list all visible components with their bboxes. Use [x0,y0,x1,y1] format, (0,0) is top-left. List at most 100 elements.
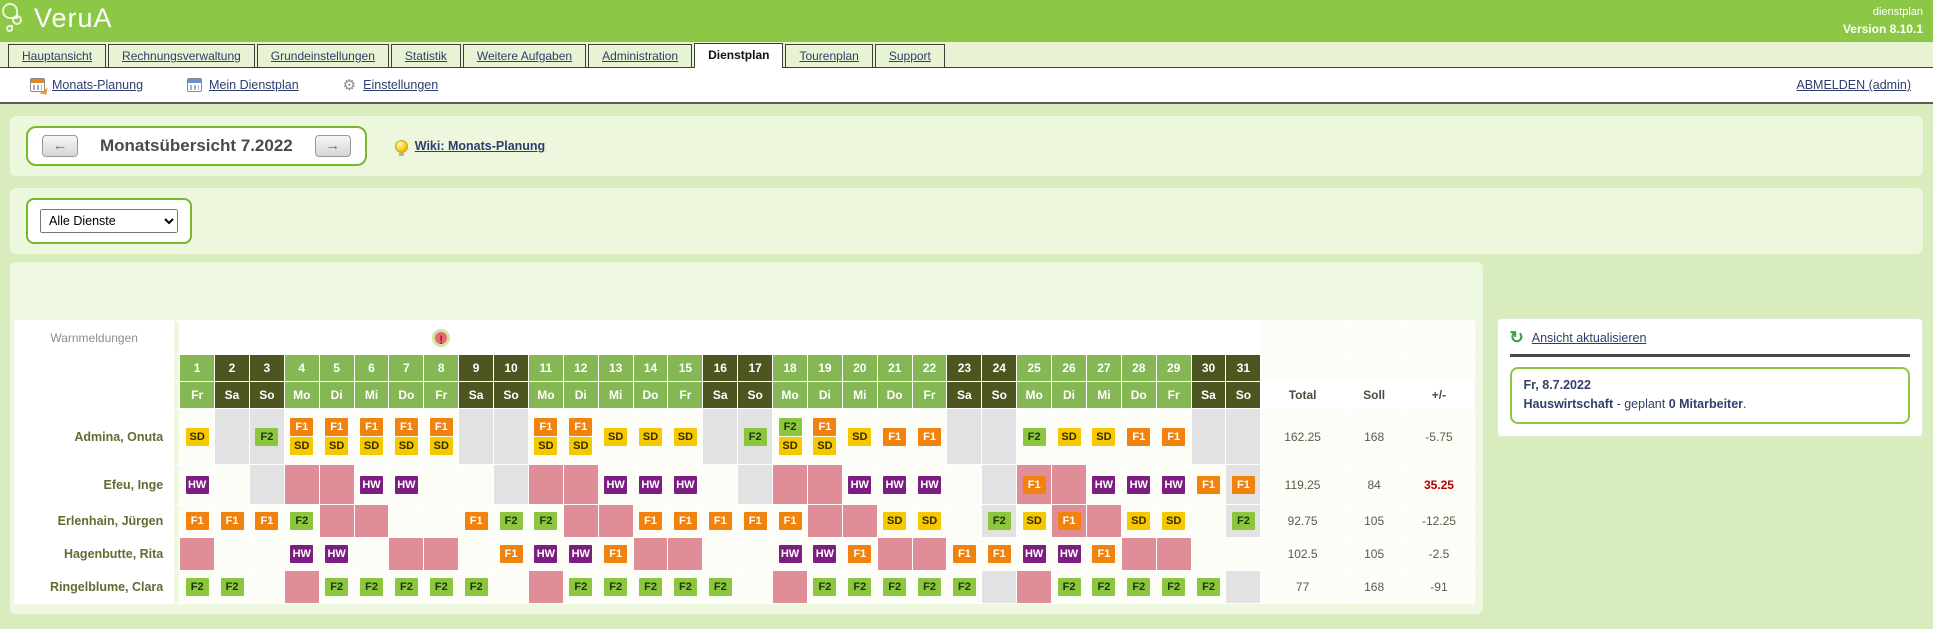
shift-cell-day-17[interactable] [738,465,773,505]
shift-cell-day-5[interactable]: F1SD [319,409,354,465]
shift-cell-day-22[interactable]: SD [912,505,947,538]
shift-badge-sd[interactable]: SD [674,428,697,446]
service-filter-select[interactable]: Alle Dienste [40,209,178,233]
shift-badge-f2[interactable]: F2 [465,578,488,596]
shift-badge-sd[interactable]: SD [779,437,802,455]
shift-cell-day-26[interactable]: F2 [1052,571,1087,604]
shift-cell-day-7[interactable]: F1SD [389,409,424,465]
shift-cell-day-24[interactable]: F2 [982,505,1017,538]
shift-badge-sd[interactable]: SD [813,437,836,455]
shift-cell-day-22[interactable]: F2 [912,571,947,604]
shift-cell-day-9[interactable]: F2 [459,571,494,604]
shift-cell-day-12[interactable]: F2 [563,571,598,604]
shift-cell-day-27[interactable]: HW [1086,465,1121,505]
shift-badge-sd[interactable]: SD [430,437,453,455]
shift-cell-day-7[interactable]: F2 [389,571,424,604]
shift-badge-hw[interactable]: HW [534,545,557,563]
shift-cell-day-12[interactable] [563,505,598,538]
shift-badge-f1[interactable]: F1 [534,418,557,436]
shift-badge-f1[interactable]: F1 [709,512,732,530]
shift-badge-f2[interactable]: F2 [674,578,697,596]
shift-cell-day-2[interactable]: F2 [215,571,250,604]
shift-badge-f1[interactable]: F1 [221,512,244,530]
shift-cell-day-27[interactable] [1086,505,1121,538]
shift-badge-f2[interactable]: F2 [1197,578,1220,596]
shift-cell-day-15[interactable]: F1 [668,505,703,538]
shift-cell-day-8[interactable]: F1SD [424,409,459,465]
shift-cell-day-30[interactable] [1191,409,1226,465]
shift-cell-day-29[interactable]: F1 [1156,409,1191,465]
shift-cell-day-30[interactable]: F2 [1191,571,1226,604]
shift-badge-sd[interactable]: SD [1023,512,1046,530]
shift-cell-day-5[interactable] [319,465,354,505]
next-month-button[interactable]: → [315,135,351,157]
shift-badge-f2[interactable]: F2 [639,578,662,596]
shift-cell-day-19[interactable]: F2 [807,571,842,604]
shift-badge-f1[interactable]: F1 [604,545,627,563]
shift-cell-day-29[interactable]: HW [1156,465,1191,505]
submenu-link[interactable]: Monats-Planung [52,78,143,92]
shift-badge-hw[interactable]: HW [290,545,313,563]
submenu-item-monats-planung[interactable]: Monats-Planung [30,78,143,92]
shift-cell-day-14[interactable]: HW [633,465,668,505]
shift-cell-day-25[interactable]: F2 [1017,409,1052,465]
shift-cell-day-27[interactable]: SD [1086,409,1121,465]
shift-cell-day-8[interactable] [424,505,459,538]
shift-cell-day-6[interactable]: F2 [354,571,389,604]
shift-badge-f2[interactable]: F2 [1162,578,1185,596]
shift-cell-day-16[interactable]: F1 [703,505,738,538]
shift-badge-f1[interactable]: F1 [1162,428,1185,446]
shift-badge-f1[interactable]: F1 [1023,476,1046,494]
shift-cell-day-4[interactable] [284,465,319,505]
tab-weitere-aufgaben[interactable]: Weitere Aufgaben [463,44,586,67]
shift-badge-f1[interactable]: F1 [1092,545,1115,563]
shift-cell-day-31[interactable]: F1 [1226,465,1261,505]
shift-cell-day-1[interactable]: HW [180,465,215,505]
shift-cell-day-4[interactable]: HW [284,538,319,571]
shift-badge-hw[interactable]: HW [918,476,941,494]
shift-cell-day-26[interactable]: SD [1052,409,1087,465]
shift-badge-f2[interactable]: F2 [395,578,418,596]
wiki-link[interactable]: Wiki: Monats-Planung [415,139,545,153]
shift-cell-day-11[interactable]: HW [528,538,563,571]
shift-badge-f1[interactable]: F1 [883,428,906,446]
shift-cell-day-12[interactable]: F1SD [563,409,598,465]
shift-cell-day-26[interactable]: F1 [1052,505,1087,538]
shift-badge-hw[interactable]: HW [360,476,383,494]
shift-cell-day-17[interactable]: F1 [738,505,773,538]
shift-cell-day-10[interactable]: F1 [494,538,529,571]
shift-cell-day-21[interactable] [877,538,912,571]
shift-cell-day-30[interactable] [1191,505,1226,538]
shift-cell-day-25[interactable]: HW [1017,538,1052,571]
shift-cell-day-22[interactable] [912,538,947,571]
shift-cell-day-4[interactable]: F1SD [284,409,319,465]
shift-badge-hw[interactable]: HW [395,476,418,494]
shift-cell-day-24[interactable]: F1 [982,538,1017,571]
shift-cell-day-6[interactable]: F1SD [354,409,389,465]
tab-statistik[interactable]: Statistik [391,44,461,67]
shift-badge-hw[interactable]: HW [674,476,697,494]
shift-cell-day-20[interactable]: F1 [842,538,877,571]
shift-badge-sd[interactable]: SD [1058,428,1081,446]
shift-cell-day-23[interactable]: F1 [947,538,982,571]
shift-badge-f1[interactable]: F1 [360,418,383,436]
shift-cell-day-14[interactable]: SD [633,409,668,465]
shift-cell-day-18[interactable]: HW [773,538,808,571]
shift-cell-day-11[interactable]: F1SD [528,409,563,465]
shift-cell-day-21[interactable]: SD [877,505,912,538]
shift-cell-day-16[interactable] [703,465,738,505]
shift-badge-hw[interactable]: HW [569,545,592,563]
shift-cell-day-31[interactable] [1226,409,1261,465]
shift-cell-day-26[interactable] [1052,465,1087,505]
shift-badge-f1[interactable]: F1 [988,545,1011,563]
shift-cell-day-4[interactable] [284,571,319,604]
shift-badge-f1[interactable]: F1 [1197,476,1220,494]
shift-cell-day-10[interactable]: F2 [494,505,529,538]
submenu-link[interactable]: Einstellungen [363,78,438,92]
shift-cell-day-10[interactable] [494,465,529,505]
shift-cell-day-18[interactable] [773,571,808,604]
shift-badge-f1[interactable]: F1 [500,545,523,563]
shift-cell-day-23[interactable]: F2 [947,571,982,604]
shift-cell-day-31[interactable] [1226,571,1261,604]
shift-badge-hw[interactable]: HW [1023,545,1046,563]
